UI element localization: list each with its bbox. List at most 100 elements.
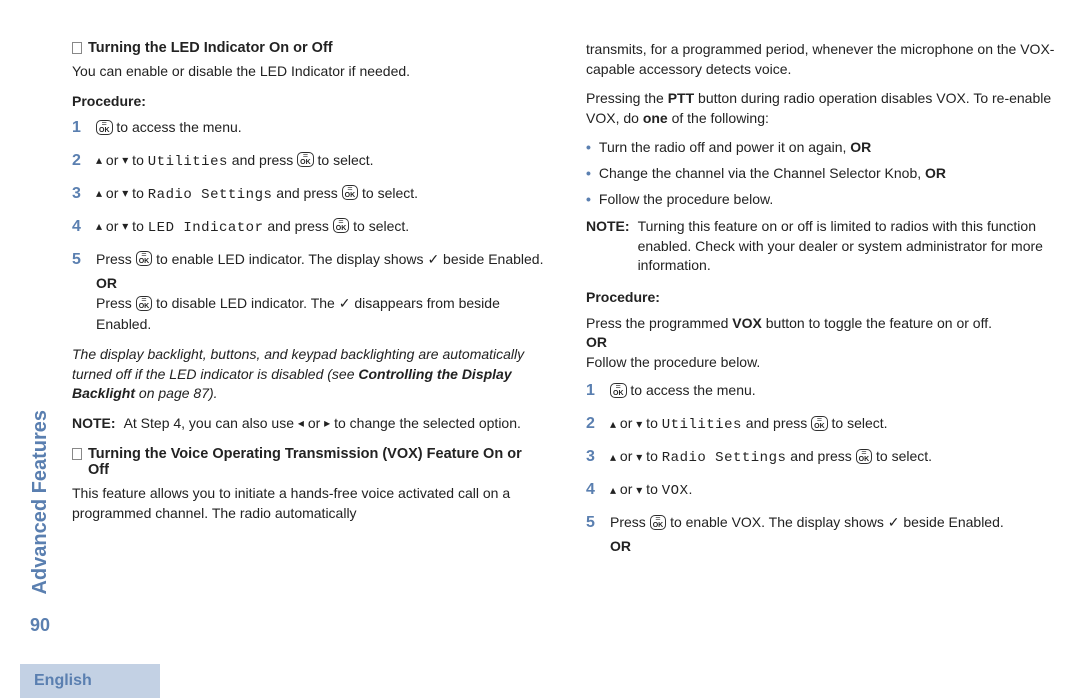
t: to select. <box>314 152 374 168</box>
step-body: to access the menu. <box>96 117 546 138</box>
ok-key-icon <box>811 416 828 431</box>
t: to select. <box>872 448 932 464</box>
t: to enable LED indicator. The display sho… <box>152 251 427 267</box>
step-body: or to Radio Settings and press to select… <box>610 446 1060 469</box>
arrow-down-icon <box>122 149 128 170</box>
note-body: At Step 4, you can also use or to change… <box>124 414 521 434</box>
arrow-up-icon <box>96 182 102 203</box>
bullet-icon: • <box>586 164 591 184</box>
step-number: 3 <box>72 183 86 205</box>
step-body: or to Radio Settings and press to select… <box>96 183 546 206</box>
t: PTT <box>668 90 694 106</box>
check-icon <box>888 514 900 530</box>
t: to select. <box>349 218 409 234</box>
arrow-up-icon <box>610 479 616 500</box>
step-body: or to LED Indicator and press to select. <box>96 216 546 239</box>
t: or <box>102 185 122 201</box>
arrow-right-icon <box>324 413 330 433</box>
sidebar: Advanced Features 90 <box>20 40 60 640</box>
t: and press <box>272 185 341 201</box>
document-icon <box>72 448 82 460</box>
step-5: 5 Press to enable LED indicator. The dis… <box>72 249 546 336</box>
arrow-down-icon <box>636 479 642 500</box>
bullet-icon: • <box>586 190 591 210</box>
t: Press <box>96 295 136 311</box>
step-body: or to Utilities and press to select. <box>96 150 546 173</box>
bullet-list: • Turn the radio off and power it on aga… <box>586 138 1060 209</box>
t: OR <box>925 165 946 181</box>
t: to <box>642 415 661 431</box>
t: to change the selected option. <box>330 415 521 431</box>
arrow-down-icon <box>636 413 642 434</box>
t: OR <box>850 139 871 155</box>
step-1: 1 to access the menu. <box>586 380 1060 402</box>
ok-key-icon <box>650 515 667 530</box>
follow-text: Follow the procedure below. <box>586 353 1060 373</box>
step-number: 2 <box>586 413 600 435</box>
left-column: Turning the LED Indicator On or Off You … <box>72 40 546 640</box>
heading-vox: Turning the Voice Operating Transmission… <box>72 446 546 478</box>
step-2: 2 or to Utilities and press to select. <box>72 150 546 173</box>
t: Press <box>96 251 136 267</box>
t: or <box>304 415 324 431</box>
vox-intro: This feature allows you to initiate a ha… <box>72 484 546 523</box>
t: of the following: <box>668 110 769 126</box>
content: Turning the LED Indicator On or Off You … <box>60 40 1060 640</box>
menu-item: Radio Settings <box>148 187 273 203</box>
ok-key-icon <box>297 152 314 167</box>
heading-text: Turning the Voice Operating Transmission… <box>88 446 546 478</box>
t: Turn the radio off and power it on again… <box>599 139 850 155</box>
t: or <box>616 481 636 497</box>
t: and press <box>263 218 332 234</box>
t: and press <box>228 152 297 168</box>
ok-key-icon <box>333 218 350 233</box>
menu-item: Radio Settings <box>662 450 787 466</box>
bullet-text: Turn the radio off and power it on again… <box>599 138 871 158</box>
language-label: English <box>34 672 92 690</box>
step-body: or to Utilities and press to select. <box>610 413 1060 436</box>
step-text: to access the menu. <box>113 119 242 135</box>
step-number: 5 <box>586 512 600 534</box>
note-body: Turning this feature on or off is limite… <box>638 217 1060 276</box>
bullet-text: Change the channel via the Channel Selec… <box>599 164 946 184</box>
step-body: Press to enable LED indicator. The displ… <box>96 249 546 336</box>
list-item: • Turn the radio off and power it on aga… <box>586 138 1060 158</box>
t: and press <box>786 448 855 464</box>
t: on page 87). <box>135 385 218 401</box>
t: or <box>616 448 636 464</box>
t: Press the programmed <box>586 315 732 331</box>
ok-key-icon <box>136 251 153 266</box>
step-4: 4 or to LED Indicator and press to selec… <box>72 216 546 239</box>
step-3: 3 or to Radio Settings and press to sele… <box>586 446 1060 469</box>
t: or <box>102 152 122 168</box>
step-number: 2 <box>72 150 86 172</box>
arrow-left-icon <box>298 413 304 433</box>
step-number: 1 <box>72 117 86 139</box>
or-label: OR <box>586 333 1060 353</box>
ok-key-icon <box>856 449 873 464</box>
check-icon <box>427 251 439 267</box>
t: and press <box>742 415 811 431</box>
step-body: to access the menu. <box>610 380 1060 401</box>
step-number: 4 <box>72 216 86 238</box>
t: to <box>642 448 661 464</box>
arrow-up-icon <box>96 215 102 236</box>
t: At Step 4, you can also use <box>124 415 298 431</box>
ptt-paragraph: Pressing the PTT button during radio ope… <box>586 89 1060 128</box>
step-number: 4 <box>586 479 600 501</box>
heading-led-indicator: Turning the LED Indicator On or Off <box>72 40 546 56</box>
menu-item: Utilities <box>148 154 228 170</box>
step-3: 3 or to Radio Settings and press to sele… <box>72 183 546 206</box>
intro-text: You can enable or disable the LED Indica… <box>72 62 546 82</box>
arrow-up-icon <box>96 149 102 170</box>
ok-key-icon <box>342 185 359 200</box>
step-1: 1 to access the menu. <box>72 117 546 139</box>
step-body: Press to enable VOX. The display shows b… <box>610 512 1060 557</box>
t: to select. <box>358 185 418 201</box>
note-label: NOTE: <box>72 414 116 434</box>
language-footer: English <box>20 664 160 698</box>
t: beside Enabled. <box>439 251 543 267</box>
t: to disable LED indicator. The <box>152 295 339 311</box>
ok-key-icon <box>136 296 153 311</box>
procedure-intro: Press the programmed VOX button to toggl… <box>586 314 1060 334</box>
